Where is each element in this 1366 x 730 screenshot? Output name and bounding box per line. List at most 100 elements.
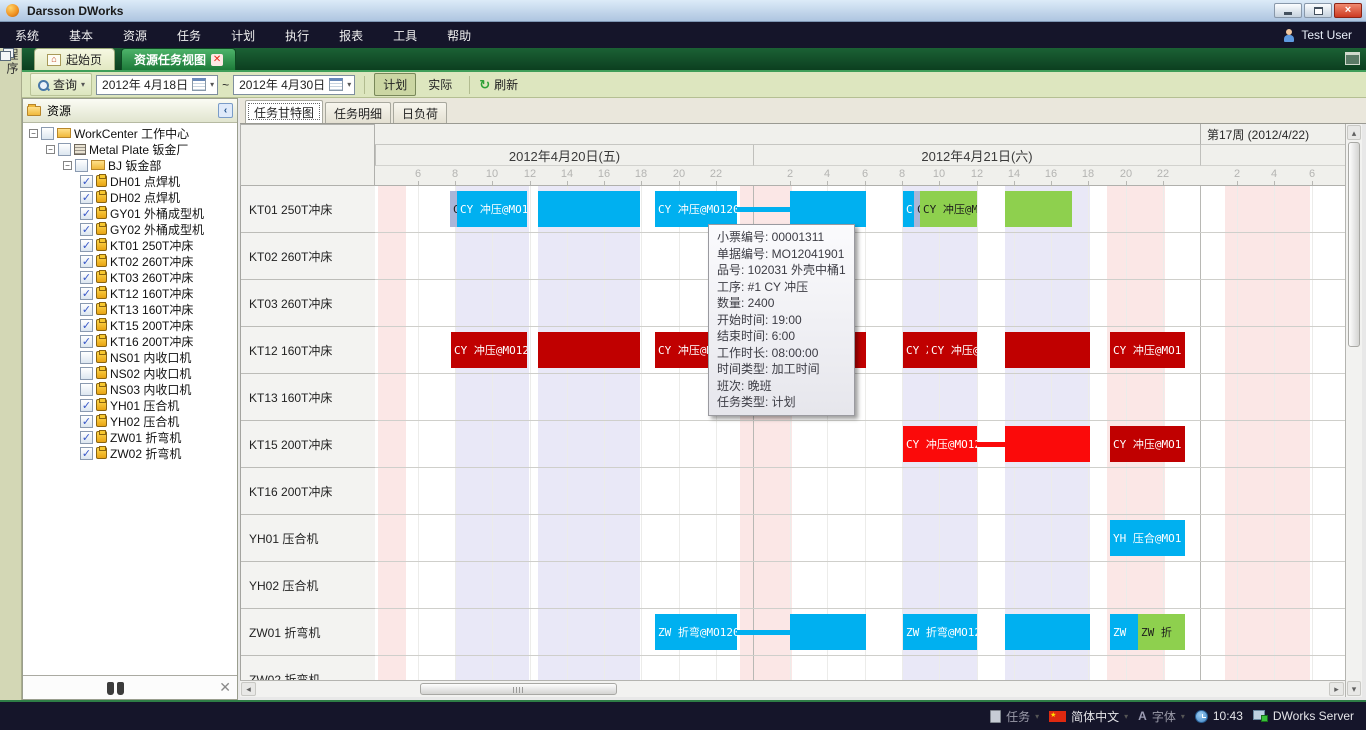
task-bar[interactable]: CY 冲压@MO12041901	[457, 191, 527, 227]
scroll-left-icon[interactable]: ◂	[241, 682, 256, 696]
query-button[interactable]: 查询 ▾	[30, 73, 92, 96]
tree-checkbox[interactable]: ✓	[80, 431, 93, 444]
tree-checkbox[interactable]: ✓	[80, 335, 93, 348]
tree-item[interactable]: ✓KT13 160T冲床	[23, 301, 237, 317]
tree-item[interactable]: ✓KT03 260T冲床	[23, 269, 237, 285]
tree-item[interactable]: ✓KT16 200T冲床	[23, 333, 237, 349]
task-bar[interactable]: C	[903, 191, 914, 227]
tab-close-icon[interactable]: ✕	[211, 54, 223, 66]
close-button[interactable]: ×	[1334, 3, 1362, 18]
maximize-button[interactable]	[1304, 3, 1332, 18]
tree-checkbox[interactable]	[58, 143, 71, 156]
task-bar[interactable]: CY 冲压@MO1	[1110, 332, 1185, 368]
collapse-panel-button[interactable]: ‹	[218, 103, 233, 118]
tree-item[interactable]: ✓YH01 压合机	[23, 397, 237, 413]
tree-checkbox[interactable]: ✓	[80, 191, 93, 204]
tree-checkbox[interactable]: ✓	[80, 255, 93, 268]
tree-item[interactable]: ✓GY01 外桶成型机	[23, 205, 237, 221]
horizontal-scrollbar[interactable]: ◂ ▸	[240, 680, 1345, 697]
task-bar[interactable]: ZW 折	[1138, 614, 1185, 650]
menu-item-8[interactable]: 工具	[378, 22, 432, 48]
tree-checkbox[interactable]: ✓	[80, 303, 93, 316]
menu-item-4[interactable]: 任务	[162, 22, 216, 48]
scroll-down-icon[interactable]: ▾	[1347, 681, 1361, 696]
tree-item[interactable]: −WorkCenter 工作中心	[23, 125, 237, 141]
tree-checkbox[interactable]	[80, 351, 93, 364]
clear-icon[interactable]: ✕	[219, 679, 231, 696]
menu-item-9[interactable]: 帮助	[432, 22, 486, 48]
task-bar[interactable]	[1005, 191, 1072, 227]
menu-item-7[interactable]: 报表	[324, 22, 378, 48]
task-bar[interactable]	[790, 614, 866, 650]
tree-checkbox[interactable]: ✓	[80, 207, 93, 220]
status-language-menu[interactable]: ★ 简体中文 ▾	[1049, 708, 1128, 725]
menu-item-5[interactable]: 计划	[216, 22, 270, 48]
tree-checkbox[interactable]: ✓	[80, 415, 93, 428]
tree-item[interactable]: −BJ 钣金部	[23, 157, 237, 173]
menu-item-6[interactable]: 执行	[270, 22, 324, 48]
task-bar[interactable]	[1005, 332, 1090, 368]
task-bar[interactable]: YH 压合@MO1	[1110, 520, 1185, 556]
tree-item[interactable]: ✓DH02 点焊机	[23, 189, 237, 205]
task-bar[interactable]: ZW 折弯@MO12041901	[903, 614, 977, 650]
tree-item[interactable]: ✓KT15 200T冲床	[23, 317, 237, 333]
tree-item[interactable]: ✓DH01 点焊机	[23, 173, 237, 189]
tree-checkbox[interactable]	[41, 127, 54, 140]
tree-expander-icon[interactable]: −	[29, 129, 38, 138]
date-from-field[interactable]: 2012年 4月18日 ▾	[96, 75, 218, 95]
tree-checkbox[interactable]: ✓	[80, 447, 93, 460]
tree-item[interactable]: ✓KT01 250T冲床	[23, 237, 237, 253]
tree-item[interactable]: ✓GY02 外桶成型机	[23, 221, 237, 237]
user-box[interactable]: Test User	[1283, 22, 1352, 48]
window-list-icon[interactable]	[1345, 52, 1360, 65]
tree-item[interactable]: ✓KT12 160T冲床	[23, 285, 237, 301]
tree-checkbox[interactable]: ✓	[80, 271, 93, 284]
tree-checkbox[interactable]: ✓	[80, 239, 93, 252]
tab-resource-task-view[interactable]: 资源任务视图 ✕	[121, 48, 236, 70]
date-to-field[interactable]: 2012年 4月30日 ▾	[233, 75, 355, 95]
tree-checkbox[interactable]	[75, 159, 88, 172]
task-bar[interactable]	[790, 191, 866, 227]
tree-item[interactable]: ✓ZW02 折弯机	[23, 445, 237, 461]
tree-item[interactable]: ✓ZW01 折弯机	[23, 429, 237, 445]
task-bar[interactable]: CY 冲压@MO12041903	[903, 426, 977, 462]
menu-item-1[interactable]: 系统	[0, 22, 54, 48]
tree-item[interactable]: NS01 内收口机	[23, 349, 237, 365]
view-tab-2[interactable]: 任务明细	[325, 102, 391, 123]
tab-home[interactable]: ⌂ 起始页	[34, 48, 115, 70]
scroll-up-icon[interactable]: ▴	[1347, 125, 1361, 140]
tree-checkbox[interactable]: ✓	[80, 319, 93, 332]
refresh-button[interactable]: ↻ 刷新	[479, 76, 518, 93]
date-from-dropdown-icon[interactable]: ▾	[210, 80, 217, 89]
vertical-scrollbar[interactable]: ▴ ▾	[1345, 124, 1362, 697]
task-bar[interactable]	[1005, 426, 1090, 462]
tree-checkbox[interactable]: ✓	[80, 399, 93, 412]
tree-item[interactable]: NS03 内收口机	[23, 381, 237, 397]
task-bar[interactable]: C	[450, 191, 457, 227]
status-font-menu[interactable]: A 字体 ▾	[1138, 708, 1185, 725]
minimize-button[interactable]	[1274, 3, 1302, 18]
task-bar[interactable]	[538, 191, 640, 227]
tree-item[interactable]: ✓YH02 压合机	[23, 413, 237, 429]
actual-toggle[interactable]: 实际	[420, 74, 460, 95]
task-bar[interactable]: ZW 折弯@MO12041901	[655, 614, 737, 650]
tree-item[interactable]: −Metal Plate 钣金厂	[23, 141, 237, 157]
tree-item[interactable]: ✓KT02 260T冲床	[23, 253, 237, 269]
tree-expander-icon[interactable]: −	[46, 145, 55, 154]
menu-item-3[interactable]: 资源	[108, 22, 162, 48]
tree-item[interactable]: NS02 内收口机	[23, 365, 237, 381]
task-bar[interactable]: CY 冲压@MO12041902	[920, 191, 977, 227]
task-bar[interactable]: CY 冲压@MO12041904	[928, 332, 977, 368]
status-task-menu[interactable]: 任务 ▾	[990, 708, 1039, 725]
task-bar[interactable]	[1005, 614, 1090, 650]
task-bar[interactable]: CY 冲	[903, 332, 928, 368]
view-tab-1[interactable]: 任务甘特图	[245, 100, 323, 123]
tree-checkbox[interactable]	[80, 367, 93, 380]
task-bar[interactable]: CY 冲压@MO12041901	[655, 191, 737, 227]
scroll-right-icon[interactable]: ▸	[1329, 682, 1344, 696]
plan-toggle[interactable]: 计划	[374, 73, 416, 96]
tree-checkbox[interactable]: ✓	[80, 223, 93, 236]
horizontal-scroll-thumb[interactable]	[420, 683, 617, 695]
tree-checkbox[interactable]	[80, 383, 93, 396]
tree-checkbox[interactable]: ✓	[80, 175, 93, 188]
